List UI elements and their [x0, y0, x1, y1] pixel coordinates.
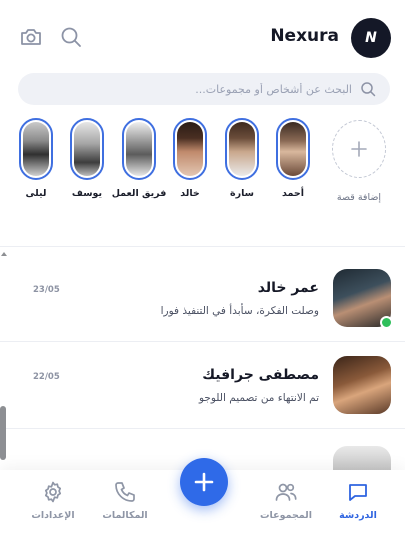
chat-bubble-icon — [349, 484, 367, 501]
story-name: يوسف — [71, 188, 103, 199]
search-bar[interactable] — [18, 73, 390, 105]
chat-row[interactable]: مصطفى جرافيك تم الانتهاء من تصميم اللوجو… — [0, 343, 405, 429]
story-ring — [122, 118, 156, 180]
search-icon[interactable] — [58, 24, 84, 50]
story-item-khaled[interactable]: خالد — [173, 118, 207, 202]
add-story-button[interactable]: إضافة قصة — [332, 120, 386, 203]
story-avatar — [229, 122, 255, 176]
story-avatar — [177, 122, 203, 176]
story-avatar — [280, 122, 306, 176]
stories-row: إضافة قصة أحمد سارة خالد فريق العمل يوسف — [0, 118, 405, 238]
camera-icon[interactable] — [18, 24, 44, 50]
divider — [0, 246, 405, 247]
users-icon — [275, 483, 297, 501]
phone-icon — [115, 482, 135, 502]
story-name: خالد — [180, 188, 200, 199]
nav-label-settings: الإعدادات — [31, 510, 75, 521]
scrollbar-thumb[interactable] — [0, 406, 6, 460]
plus-icon — [194, 472, 214, 492]
story-ring — [173, 118, 207, 180]
add-story-label: إضافة قصة — [336, 192, 382, 203]
chat-time: 23/05 — [33, 285, 60, 295]
nav-label-groups: المجموعات — [260, 510, 312, 521]
chat-name: عمر خالد — [257, 280, 319, 296]
nav-label-chats: الدردشة — [339, 510, 377, 521]
brand-logo[interactable]: N — [351, 18, 391, 58]
gear-icon — [44, 481, 62, 503]
story-name: أحمد — [282, 188, 304, 199]
nav-item-groups[interactable]: المجموعات — [251, 480, 321, 521]
story-item-sara[interactable]: سارة — [225, 118, 259, 202]
nav-label-calls: المكالمات — [102, 510, 148, 521]
chat-last-message: تم الانتهاء من تصميم اللوجو — [198, 392, 319, 404]
chat-name: مصطفى جرافيك — [202, 367, 319, 383]
chat-row[interactable]: عمر خالد وصلت الفكرة، سأبدأ في التنفيذ ف… — [0, 256, 405, 342]
app-header: Nexura N — [0, 0, 405, 75]
story-avatar — [126, 122, 152, 176]
nav-item-calls[interactable]: المكالمات — [90, 480, 160, 521]
story-name: ليلى — [25, 188, 47, 199]
story-ring — [225, 118, 259, 180]
story-item-team[interactable]: فريق العمل — [112, 118, 166, 202]
search-input[interactable] — [52, 73, 352, 105]
new-chat-fab[interactable] — [180, 458, 228, 506]
story-name: سارة — [230, 188, 254, 199]
chat-time: 22/05 — [33, 372, 60, 382]
logo-letter: N — [365, 30, 377, 46]
story-name: فريق العمل — [111, 188, 167, 199]
story-avatar — [23, 122, 49, 176]
nav-item-settings[interactable]: الإعدادات — [18, 480, 88, 521]
search-field-icon — [360, 81, 376, 97]
chat-avatar — [333, 356, 391, 414]
story-item-youssef[interactable]: يوسف — [70, 118, 104, 202]
online-status-dot — [380, 316, 393, 329]
chat-last-message: وصلت الفكرة، سأبدأ في التنفيذ فورا — [160, 305, 319, 317]
add-story-ring — [332, 120, 386, 178]
nav-item-chats[interactable]: الدردشة — [323, 480, 393, 521]
brand-name: Nexura — [270, 26, 339, 46]
story-ring — [70, 118, 104, 180]
story-ring — [19, 118, 53, 180]
story-item-ahmed[interactable]: أحمد — [276, 118, 310, 202]
story-ring — [276, 118, 310, 180]
story-avatar — [74, 122, 100, 176]
plus-icon — [351, 141, 367, 157]
story-item-layla[interactable]: ليلى — [19, 118, 53, 202]
